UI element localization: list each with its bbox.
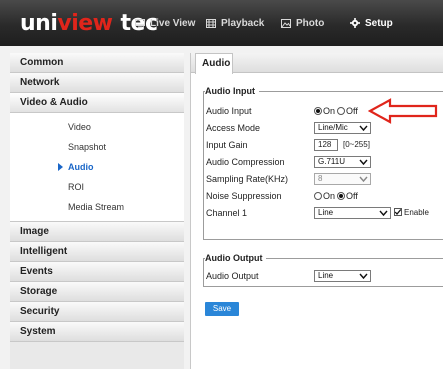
audio-compression-label: Audio Compression	[206, 157, 285, 167]
video-audio-submenu: Video Snapshot Audio ROI Media Stream	[10, 113, 184, 222]
settings-sidebar: Common Network Video & Audio Video Snaps…	[10, 53, 184, 369]
sidebar-category-network[interactable]: Network	[10, 73, 184, 93]
access-mode-value: Line/Mic	[318, 123, 348, 132]
chevron-down-icon	[359, 176, 368, 183]
noise-suppression-label: Noise Suppression	[206, 191, 282, 201]
sidebar-item-audio-label: Audio	[68, 162, 94, 172]
chevron-down-icon	[379, 210, 388, 217]
input-gain-range: [0~255]	[343, 140, 370, 149]
sidebar-category-intelligent[interactable]: Intelligent	[10, 242, 184, 262]
audio-input-group-bottom-border	[203, 239, 443, 240]
audio-output-value: Line	[318, 271, 334, 280]
channel-1-value: Line	[318, 208, 334, 217]
film-icon	[206, 18, 216, 28]
nav-setup-label: Setup	[365, 17, 393, 29]
brand-logo-view: view	[57, 10, 113, 36]
nav-playback-label: Playback	[221, 17, 265, 29]
audio-output-label: Audio Output	[206, 271, 259, 281]
image-icon	[281, 18, 291, 28]
gear-icon	[350, 18, 360, 28]
sidebar-item-audio[interactable]: Audio	[10, 157, 184, 177]
sidebar-item-media-stream[interactable]: Media Stream	[10, 197, 184, 217]
nav-setup[interactable]: Setup	[350, 0, 393, 46]
audio-compression-select[interactable]: G.711U	[314, 156, 371, 168]
audio-input-label: Audio Input	[206, 106, 252, 116]
audio-compression-value: G.711U	[318, 157, 345, 166]
audio-input-on-radio[interactable]	[314, 107, 322, 115]
chevron-down-icon	[359, 159, 368, 166]
chevron-down-icon	[359, 273, 368, 280]
sidebar-item-snapshot[interactable]: Snapshot	[10, 137, 184, 157]
tab-audio[interactable]: Audio	[195, 53, 233, 74]
audio-output-group-left-border	[203, 258, 204, 286]
sidebar-category-security[interactable]: Security	[10, 302, 184, 322]
nav-playback[interactable]: Playback	[206, 0, 264, 46]
checkmark-icon	[394, 209, 402, 215]
sampling-rate-value: 8	[318, 174, 323, 183]
access-mode-select[interactable]: Line/Mic	[314, 122, 371, 134]
noise-suppression-radio-group: On Off	[314, 191, 360, 201]
access-mode-label: Access Mode	[206, 123, 261, 133]
save-button[interactable]: Save	[205, 302, 239, 316]
audio-output-group-title: Audio Output	[205, 253, 267, 263]
sidebar-category-video-audio[interactable]: Video & Audio	[10, 93, 184, 113]
audio-input-group-title: Audio Input	[205, 86, 259, 96]
input-gain-field[interactable]: 128	[314, 139, 338, 151]
channel-1-select[interactable]: Line	[314, 207, 391, 219]
nav-photo-label: Photo	[296, 17, 325, 29]
chevron-down-icon	[359, 125, 368, 132]
red-arrow-annotation-icon	[368, 98, 438, 124]
audio-input-group-left-border	[203, 91, 204, 239]
sidebar-category-storage[interactable]: Storage	[10, 282, 184, 302]
channel-1-enable-checkbox[interactable]	[394, 208, 402, 216]
brand-logo-uni: uni	[20, 10, 58, 36]
sidebar-category-common[interactable]: Common	[10, 53, 184, 73]
monitor-icon	[135, 18, 145, 28]
active-arrow-icon	[58, 163, 63, 171]
audio-input-on-label: On	[323, 106, 336, 116]
tab-strip: Audio	[191, 53, 443, 74]
input-gain-label: Input Gain	[206, 140, 248, 150]
audio-settings-panel: Audio Audio Input Audio Input On Off Acce…	[190, 53, 443, 369]
sampling-rate-label: Sampling Rate(KHz)	[206, 174, 289, 184]
top-navigation-bar: uni view tec Live View Playback Photo Setu…	[0, 0, 443, 46]
channel-1-enable-label: Enable	[404, 208, 429, 217]
sidebar-category-image[interactable]: Image	[10, 222, 184, 242]
noise-suppression-on-radio[interactable]	[314, 192, 322, 200]
sidebar-item-video[interactable]: Video	[10, 117, 184, 137]
audio-input-off-label: Off	[346, 106, 358, 116]
sampling-rate-select[interactable]: 8	[314, 173, 371, 185]
noise-suppression-on-label: On	[323, 191, 336, 201]
audio-input-radio-group: On Off	[314, 106, 360, 116]
nav-live-view[interactable]: Live View	[135, 0, 195, 46]
audio-output-group-bottom-border	[203, 286, 443, 287]
channel-1-label: Channel 1	[206, 208, 248, 218]
noise-suppression-off-radio[interactable]	[337, 192, 346, 200]
sidebar-category-events[interactable]: Events	[10, 262, 184, 282]
sidebar-item-roi[interactable]: ROI	[10, 177, 184, 197]
noise-suppression-off-label: Off	[346, 191, 358, 201]
nav-live-view-label: Live View	[150, 17, 196, 29]
nav-photo[interactable]: Photo	[281, 0, 324, 46]
audio-output-select[interactable]: Line	[314, 270, 371, 282]
audio-input-off-radio[interactable]	[337, 107, 346, 115]
sidebar-category-system[interactable]: System	[10, 322, 184, 342]
